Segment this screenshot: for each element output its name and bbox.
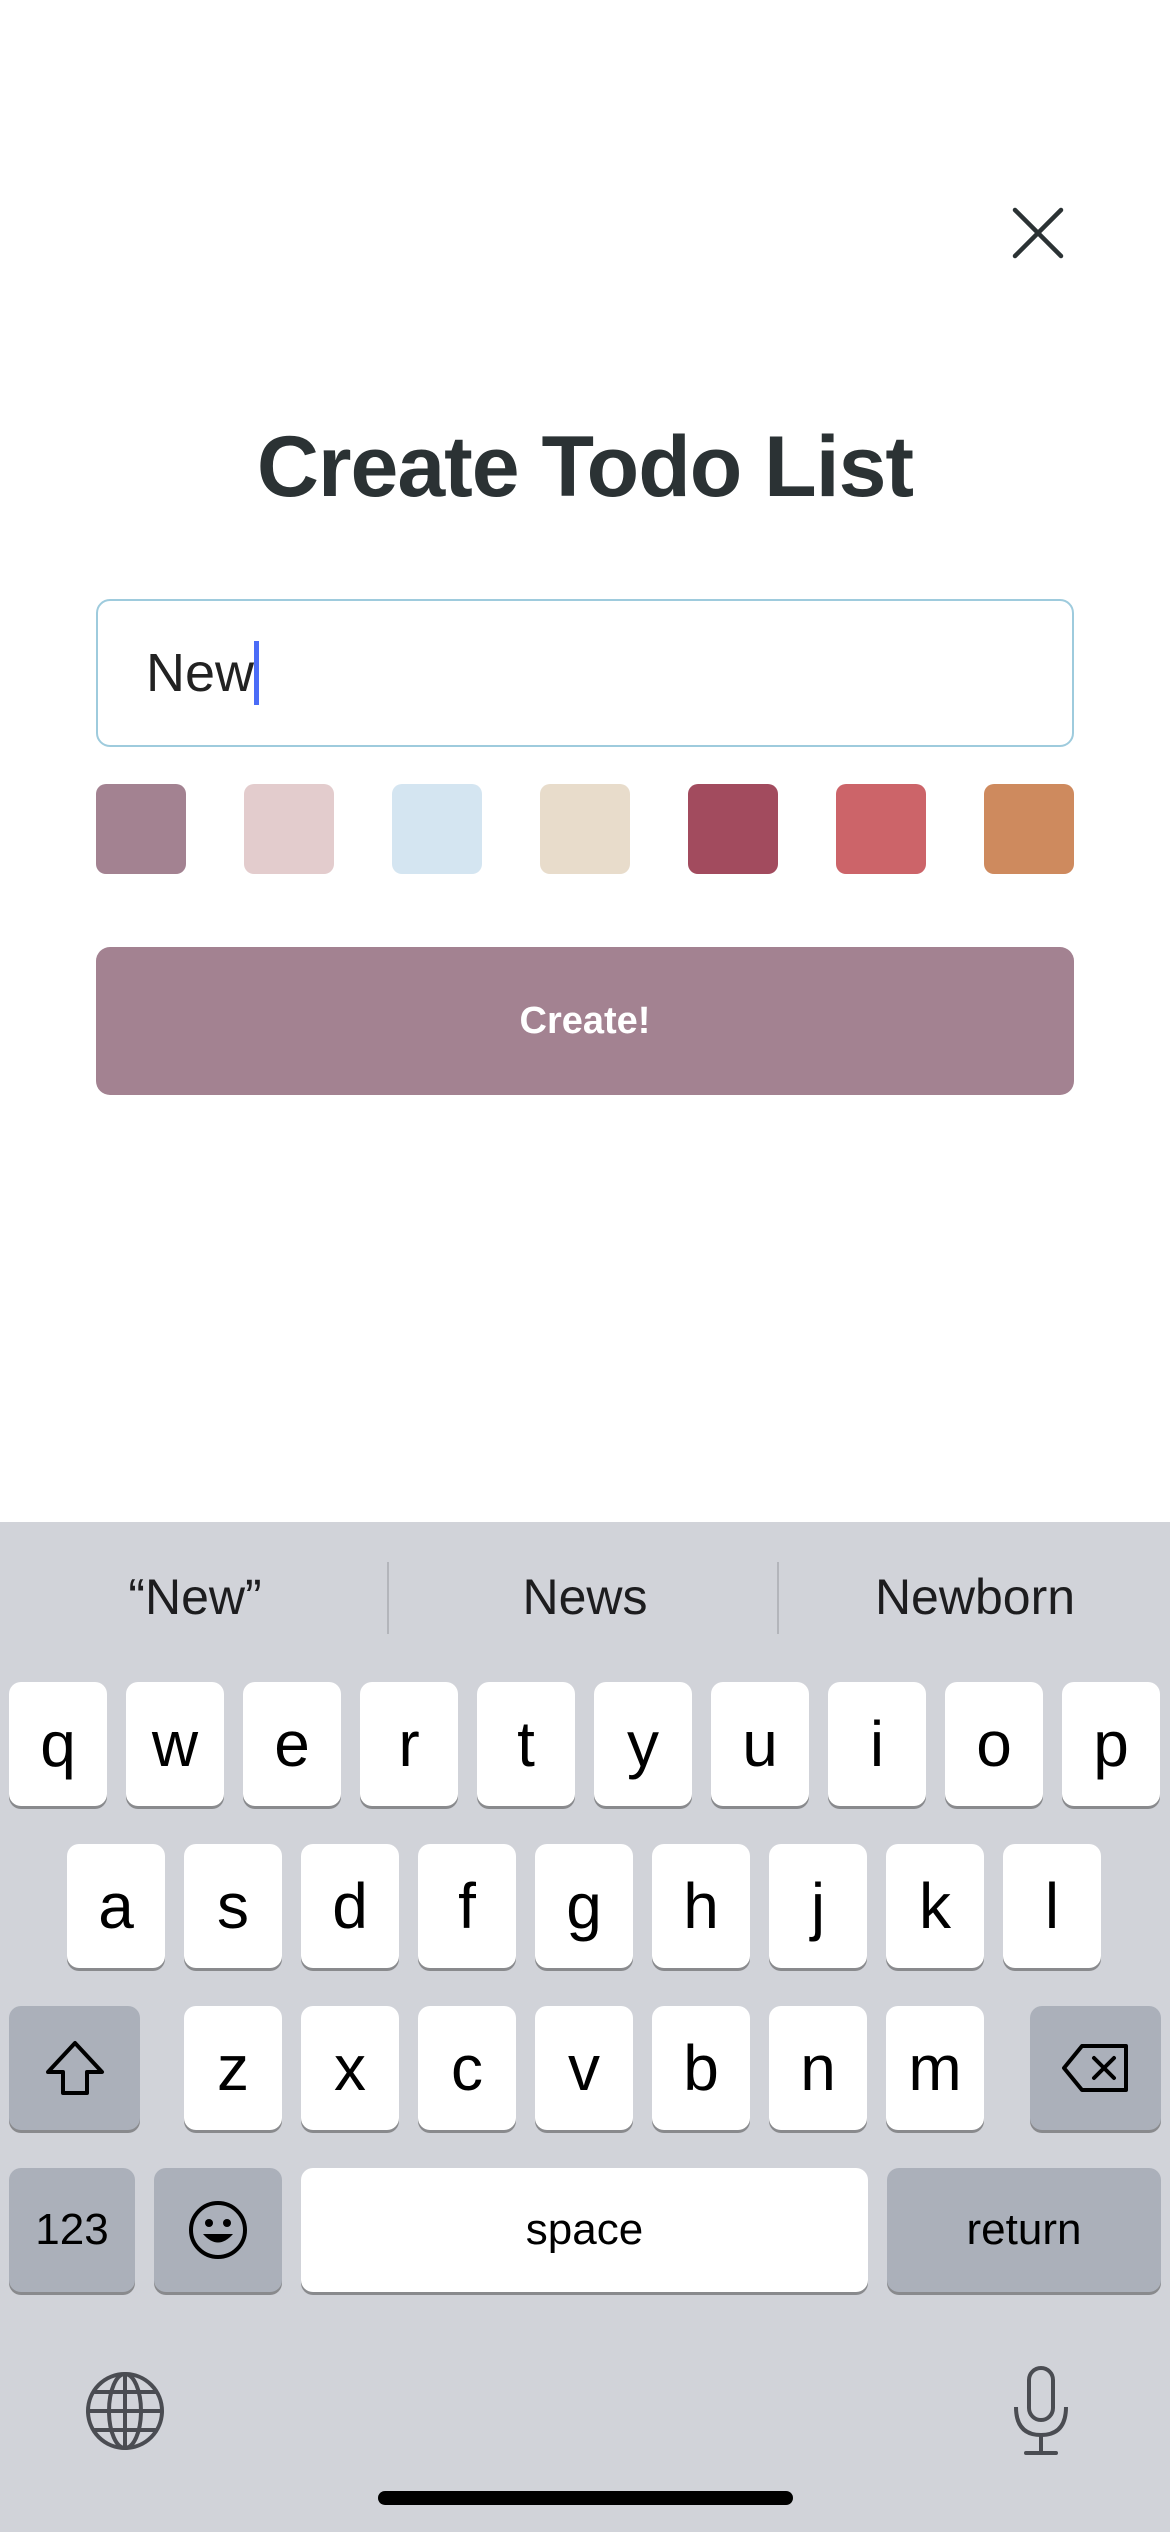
list-name-input[interactable]: New — [96, 599, 1074, 747]
key-a[interactable]: a — [67, 1844, 165, 1968]
delete-icon — [1061, 2044, 1128, 2092]
close-button[interactable] — [1000, 195, 1076, 271]
key-r[interactable]: r — [360, 1682, 458, 1806]
color-swatches — [96, 784, 1074, 874]
close-icon — [1012, 207, 1064, 259]
dictation-button[interactable] — [1010, 2365, 1072, 2457]
globe-button[interactable] — [84, 2370, 166, 2452]
key-m[interactable]: m — [886, 2006, 984, 2130]
key-n[interactable]: n — [769, 2006, 867, 2130]
key-p[interactable]: p — [1062, 1682, 1160, 1806]
page-title: Create Todo List — [256, 419, 914, 515]
key-s[interactable]: s — [184, 1844, 282, 1968]
home-indicator — [378, 2491, 793, 2505]
key-o[interactable]: o — [945, 1682, 1043, 1806]
keyboard: “New” News Newborn q w e r t y u i o p a… — [0, 1522, 1170, 2532]
suggestion-divider — [777, 1562, 779, 1634]
color-swatch[interactable] — [984, 784, 1074, 874]
key-b[interactable]: b — [652, 2006, 750, 2130]
shift-key[interactable] — [9, 2006, 140, 2130]
key-t[interactable]: t — [477, 1682, 575, 1806]
color-swatch[interactable] — [392, 784, 482, 874]
numbers-key[interactable]: 123 — [9, 2168, 135, 2292]
key-i[interactable]: i — [828, 1682, 926, 1806]
key-d[interactable]: d — [301, 1844, 399, 1968]
key-v[interactable]: v — [535, 2006, 633, 2130]
key-l[interactable]: l — [1003, 1844, 1101, 1968]
return-key[interactable]: return — [887, 2168, 1161, 2292]
text-caret — [254, 641, 260, 705]
suggestion-bar: “New” News Newborn — [0, 1522, 1170, 1672]
color-swatch[interactable] — [96, 784, 186, 874]
key-e[interactable]: e — [243, 1682, 341, 1806]
microphone-icon — [1014, 2366, 1068, 2455]
delete-key[interactable] — [1030, 2006, 1161, 2130]
key-q[interactable]: q — [9, 1682, 107, 1806]
space-key[interactable]: space — [301, 2168, 868, 2292]
color-swatch[interactable] — [688, 784, 778, 874]
key-h[interactable]: h — [652, 1844, 750, 1968]
key-z[interactable]: z — [184, 2006, 282, 2130]
create-button[interactable]: Create! — [96, 947, 1074, 1095]
key-u[interactable]: u — [711, 1682, 809, 1806]
suggestion-divider — [387, 1562, 389, 1634]
key-f[interactable]: f — [418, 1844, 516, 1968]
emoji-key[interactable] — [154, 2168, 282, 2292]
suggestion-3[interactable]: Newborn — [780, 1522, 1170, 1672]
suggestion-2[interactable]: News — [390, 1522, 780, 1672]
shift-icon — [45, 2041, 104, 2095]
key-y[interactable]: y — [594, 1682, 692, 1806]
emoji-icon — [189, 2201, 247, 2259]
key-k[interactable]: k — [886, 1844, 984, 1968]
key-w[interactable]: w — [126, 1682, 224, 1806]
list-name-value: New — [146, 643, 255, 703]
color-swatch[interactable] — [244, 784, 334, 874]
key-j[interactable]: j — [769, 1844, 867, 1968]
key-x[interactable]: x — [301, 2006, 399, 2130]
color-swatch[interactable] — [836, 784, 926, 874]
globe-icon — [86, 2372, 164, 2450]
key-c[interactable]: c — [418, 2006, 516, 2130]
key-g[interactable]: g — [535, 1844, 633, 1968]
color-swatch[interactable] — [540, 784, 630, 874]
suggestion-1[interactable]: “New” — [0, 1522, 390, 1672]
